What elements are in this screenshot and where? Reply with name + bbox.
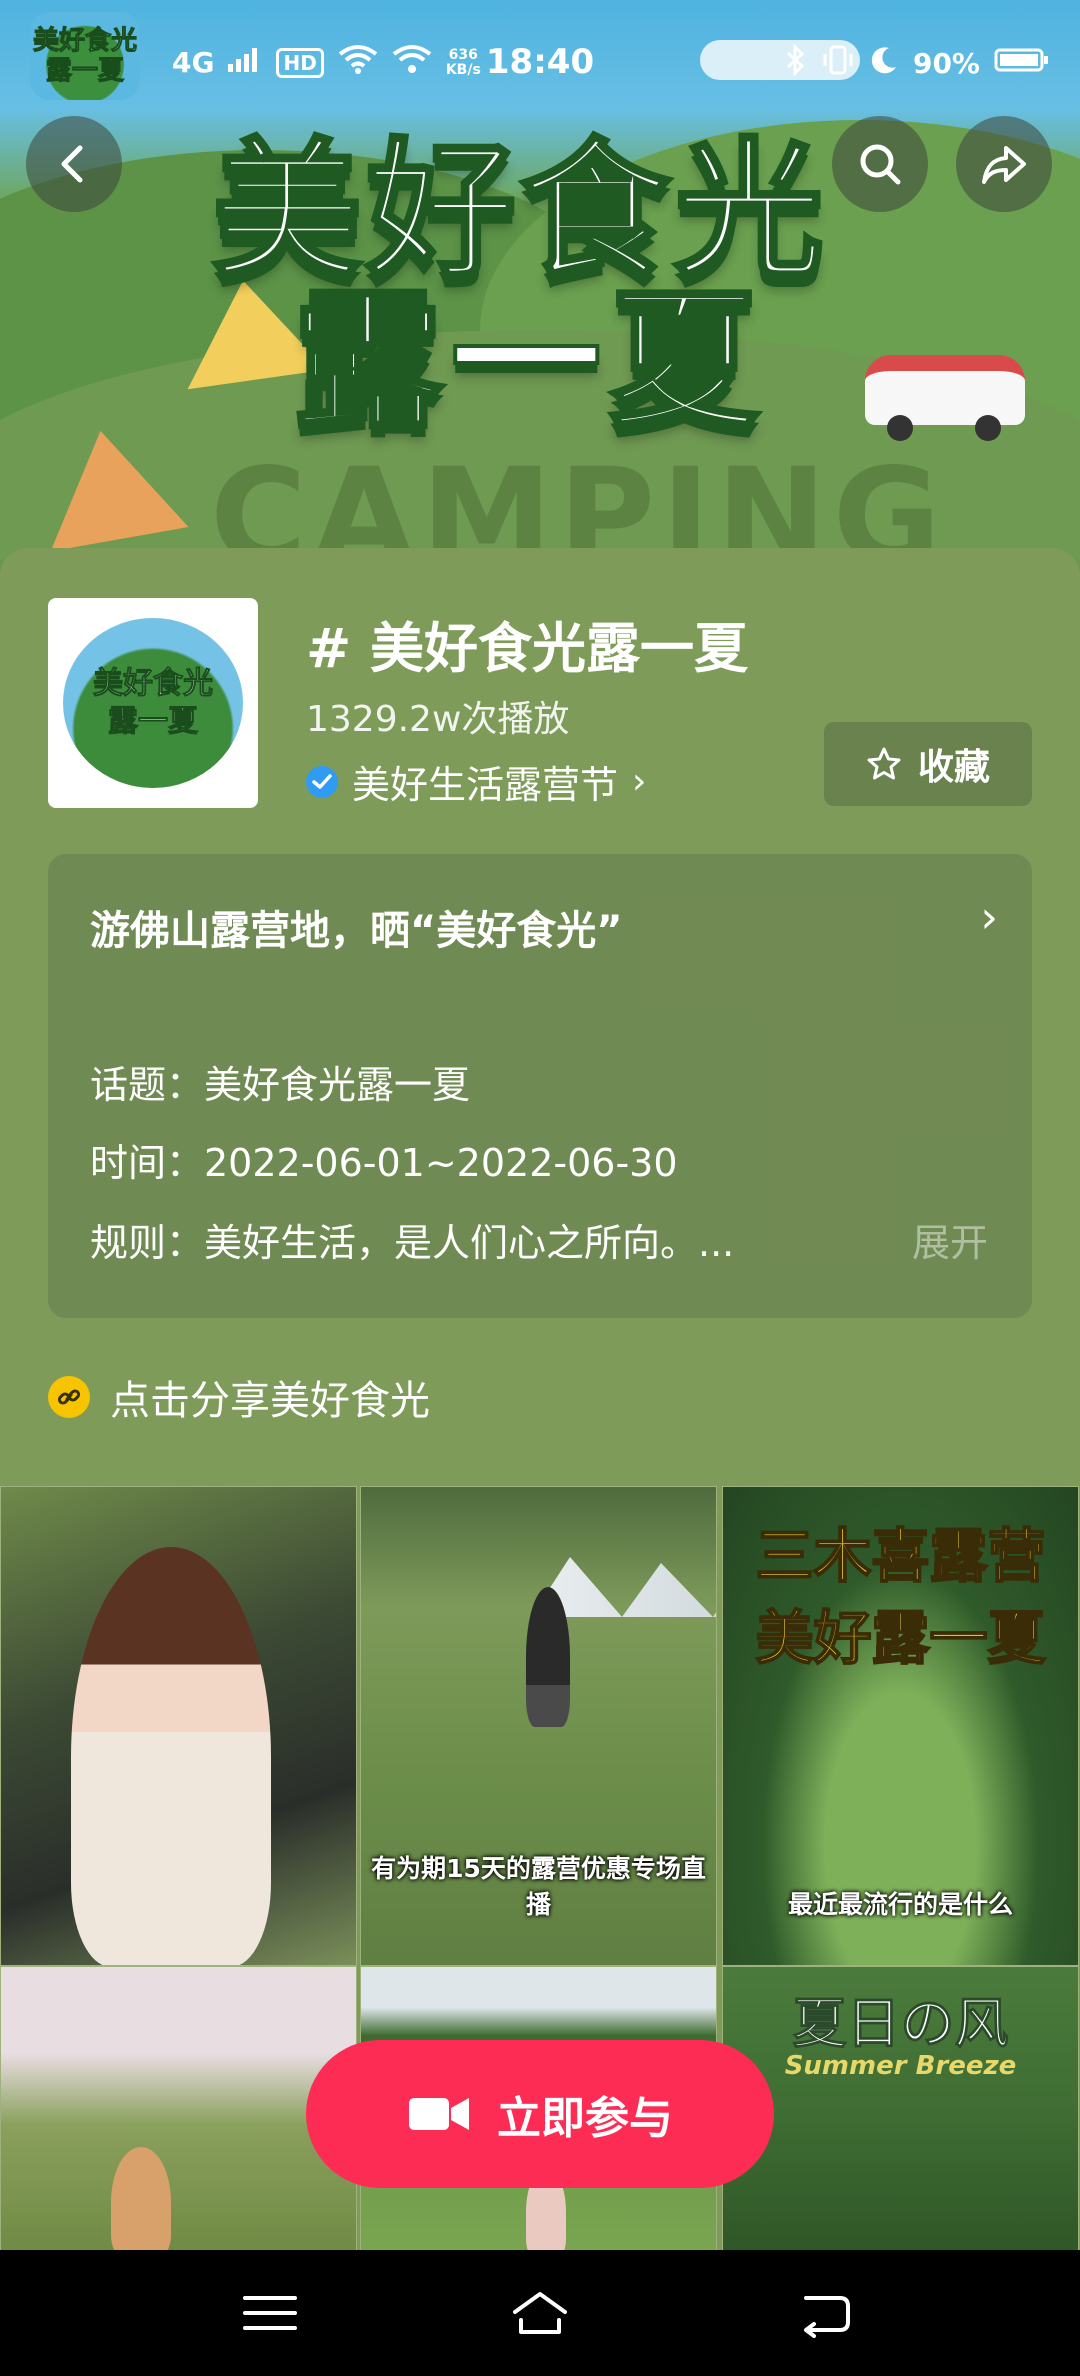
bluetooth-icon bbox=[785, 43, 807, 83]
video-tile[interactable]: 夏日の风 Summer Breeze bbox=[722, 1966, 1079, 2256]
video-tile[interactable] bbox=[0, 1966, 357, 2256]
video-thumbnail bbox=[1, 1967, 356, 2255]
video-overlay-line2: 美好露一夏 bbox=[754, 1603, 1046, 1673]
play-count: 1329.2w次播放 bbox=[306, 699, 570, 740]
cover-text-line1: 美好食光 bbox=[93, 666, 214, 702]
system-nav-bar bbox=[0, 2250, 1080, 2376]
search-icon bbox=[860, 144, 901, 185]
nav-home-button[interactable] bbox=[500, 2280, 580, 2346]
share-arrow-icon bbox=[982, 146, 1026, 184]
organizer-link[interactable]: 美好生活露营节 › bbox=[306, 754, 646, 809]
video-tile[interactable]: 有为期15天的露营优惠专场直播 bbox=[360, 1486, 717, 1966]
person-image bbox=[71, 1547, 271, 1965]
search-button[interactable] bbox=[832, 116, 928, 212]
person-image bbox=[111, 2147, 171, 2255]
back-button[interactable] bbox=[26, 116, 122, 212]
person-image bbox=[526, 1587, 570, 1727]
nav-menu-button[interactable] bbox=[230, 2280, 310, 2346]
share-button[interactable] bbox=[956, 116, 1052, 212]
video-overlay-line1: 三木喜露营 bbox=[754, 1521, 1046, 1591]
status-bar: 美好食光 露一夏 4G HD 636 KB/s 18:40 90% bbox=[0, 0, 1080, 128]
video-tile[interactable]: 三木喜露营 美好露一夏 最近最流行的是什么 bbox=[722, 1486, 1079, 1966]
topic-info-panel: 美好食光 露一夏 # 美好食光露一夏 1329.2w次播放 美好生活露营节 › … bbox=[0, 548, 1080, 1488]
moon-icon bbox=[869, 45, 899, 82]
topic-cover: 美好食光 露一夏 bbox=[48, 598, 258, 808]
video-overlay-line2: Summer Breeze bbox=[784, 2051, 1017, 2081]
video-caption: 最近最流行的是什么 bbox=[787, 1890, 1013, 1919]
status-right: 90% bbox=[785, 43, 1050, 83]
nav-back-button[interactable] bbox=[785, 2280, 865, 2346]
menu-icon bbox=[243, 2296, 297, 2330]
share-link-row[interactable]: 点击分享美好食光 bbox=[48, 1368, 430, 1426]
video-tile[interactable] bbox=[0, 1486, 357, 1966]
activity-box[interactable]: 游佛山露营地，晒“美好食光” › 话题：美好食光露一夏 时间：2022-06-0… bbox=[48, 854, 1032, 1318]
join-button[interactable]: 立即参与 bbox=[306, 2040, 774, 2188]
topic-title: # 美好食光露一夏 bbox=[306, 617, 749, 680]
cover-text-line2: 露一夏 bbox=[108, 704, 199, 740]
banner-title-line2: 露一夏 bbox=[291, 273, 767, 451]
activity-title: 游佛山露营地，晒“美好食光” bbox=[90, 908, 623, 954]
activity-topic: 话题：美好食光露一夏 bbox=[90, 1063, 471, 1107]
vibrate-icon bbox=[821, 44, 855, 83]
video-overlay-line1: 夏日の风 bbox=[792, 1992, 1009, 2056]
chevron-right-icon: › bbox=[980, 892, 998, 943]
star-icon bbox=[867, 747, 901, 780]
video-caption: 有为期15天的露营优惠专场直播 bbox=[371, 1854, 706, 1919]
expand-link[interactable]: 展开 bbox=[912, 1212, 988, 1267]
collect-label: 收藏 bbox=[917, 747, 990, 788]
back-arrow-icon bbox=[804, 2296, 850, 2338]
topic-cover-art: 美好食光 露一夏 bbox=[63, 618, 243, 788]
share-text: 点击分享美好食光 bbox=[110, 1378, 430, 1424]
chevron-left-icon bbox=[61, 145, 83, 183]
video-camera-icon bbox=[409, 2098, 469, 2130]
battery-icon bbox=[994, 46, 1050, 81]
organizer-name: 美好生活露营节 bbox=[352, 763, 619, 807]
verified-icon bbox=[306, 765, 338, 798]
collect-button[interactable]: 收藏 bbox=[824, 722, 1032, 806]
home-icon bbox=[513, 2292, 567, 2334]
activity-time: 时间：2022-06-01~2022-06-30 bbox=[90, 1141, 678, 1185]
battery-percent: 90% bbox=[912, 47, 980, 80]
activity-rules: 规则：美好生活，是人们心之所向。... bbox=[90, 1221, 735, 1265]
chevron-right-icon: › bbox=[632, 761, 647, 802]
link-icon bbox=[48, 1376, 90, 1418]
join-label: 立即参与 bbox=[497, 2093, 673, 2144]
